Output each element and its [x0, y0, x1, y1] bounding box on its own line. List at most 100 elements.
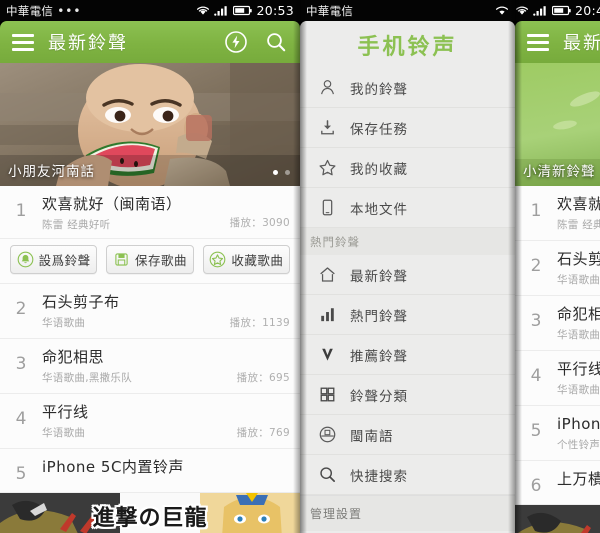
song-row-5[interactable]: 5 iPhone 5C内置铃声	[0, 449, 300, 493]
drawer-item-hot-ringtones[interactable]: 熱門鈴聲	[300, 295, 515, 335]
drawer-item-ringtone-categories[interactable]: 鈴聲分類	[300, 375, 515, 415]
song-list: 1 欢喜就好（闽南语） 陈雷 经典好听 2 石头剪子布 华语歌曲 3	[515, 186, 600, 505]
song-title: 命犯相思	[42, 348, 105, 366]
song-row-6[interactable]: 6 上万樻	[515, 461, 600, 505]
song-index: 5	[530, 421, 542, 441]
carrier-label: 中華電信	[6, 3, 54, 18]
song-title: 上万樻	[557, 470, 600, 488]
song-row-4[interactable]: 4 平行线 华语歌曲	[515, 351, 600, 406]
ad-banner-art	[515, 505, 600, 533]
promo-carousel[interactable]: 小清新鈴聲	[515, 63, 600, 186]
song-subtitle: 华语歌曲	[557, 329, 600, 341]
song-subtitle: 陈雷 经典好听	[557, 219, 600, 231]
star-icon	[319, 159, 336, 176]
drawer-item-label: 閩南語	[350, 428, 394, 445]
drawer-item-label: 推薦鈴聲	[350, 348, 408, 365]
search-icon	[320, 467, 336, 483]
song-row-2[interactable]: 2 石头剪子布 华语歌曲 播放：1139	[0, 284, 300, 339]
page-title: 最新鈴聲	[48, 33, 128, 54]
drawer-item-label: 我的收藏	[350, 161, 408, 178]
carousel-dots[interactable]	[273, 170, 290, 175]
app-logo-text: 手机铃声	[357, 34, 458, 60]
drawer-header: 手机铃声	[300, 21, 515, 68]
carousel-dot[interactable]	[285, 170, 290, 175]
drawer-item-quick-search[interactable]: 快捷搜索	[300, 455, 515, 495]
song-row-3[interactable]: 3 命犯相思 华语歌曲,黑撒乐队 播放：695	[0, 339, 300, 394]
song-subtitle: 华语歌曲	[557, 384, 600, 396]
song-row-2[interactable]: 2 石头剪子布 华语歌曲	[515, 241, 600, 296]
bell-circle-icon	[17, 251, 34, 268]
navigation-drawer: 手机铃声 我的鈴聲 保存任務 我的收藏 本地文件 熱門鈴聲 最新鈴聲 熱門鈴聲 …	[300, 21, 515, 533]
drawer-item-local-files[interactable]: 本地文件	[300, 188, 515, 228]
drawer-item-newest-ringtones[interactable]: 最新鈴聲	[300, 255, 515, 295]
phone-screen-navigation-drawer: 中華電信 手机铃声 我的鈴聲 保存任務 我的收藏 本地文件 熱門鈴聲 最新鈴聲 …	[300, 0, 515, 533]
song-title: 命犯相思	[557, 305, 600, 323]
wifi-icon	[495, 6, 509, 15]
carrier-label: 中華電信	[306, 3, 354, 18]
hamburger-icon[interactable]	[12, 33, 34, 51]
song-subtitle: 华语歌曲	[557, 274, 600, 286]
signal-bars-icon	[214, 6, 228, 16]
song-row-3[interactable]: 3 命犯相思 华语歌曲	[515, 296, 600, 351]
banner-caption: 小清新鈴聲	[523, 164, 596, 180]
tongue-circle-icon	[319, 426, 336, 443]
drawer-item-label: 保存任務	[350, 121, 408, 138]
three-phone-screenshot-composite: 中華電信 ••• 20:53 最新鈴聲 小朋友河南話 1 欢喜就好（闽南语） 陈…	[0, 0, 600, 533]
carousel-dot-active[interactable]	[273, 170, 278, 175]
song-play-count: 播放：769	[236, 427, 290, 439]
drawer-item-label: 熱門鈴聲	[350, 308, 408, 325]
song-row-5[interactable]: 5 iPhone 5C内置铃声 个性铃声	[515, 406, 600, 461]
song-row-1[interactable]: 1 欢喜就好（闽南语） 陈雷 经典好听 播放：3090	[0, 186, 300, 239]
set-ringtone-label: 設爲鈴聲	[38, 253, 91, 268]
phone-screen-song-list: 中華電信 ••• 20:53 最新鈴聲 小朋友河南話 1 欢喜就好（闽南语） 陈…	[0, 0, 300, 533]
song-play-count: 播放：1139	[229, 317, 290, 329]
status-bar: 中華電信	[300, 0, 515, 21]
hamburger-icon[interactable]	[527, 33, 549, 51]
star-circle-icon	[209, 251, 226, 268]
song-title: 欢喜就好（闽南语）	[557, 195, 600, 213]
drawer-item-my-ringtones[interactable]: 我的鈴聲	[300, 68, 515, 108]
drawer-section-title: 熱門鈴聲	[300, 228, 515, 255]
drawer-item-recommended-ringtones[interactable]: 推薦鈴聲	[300, 335, 515, 375]
drawer-footer-settings[interactable]: 管理設置	[300, 495, 515, 531]
save-song-button[interactable]: 保存歌曲	[106, 245, 194, 274]
v-badge-icon	[322, 348, 333, 361]
drawer-item-save-tasks[interactable]: 保存任務	[300, 108, 515, 148]
set-ringtone-button[interactable]: 設爲鈴聲	[10, 245, 98, 274]
drawer-item-label: 最新鈴聲	[350, 268, 408, 285]
flash-circle-icon[interactable]	[224, 30, 248, 54]
download-icon	[321, 120, 334, 135]
ad-banner[interactable]: 進撃の巨龍	[0, 493, 300, 533]
song-list: 1 欢喜就好（闽南语） 陈雷 经典好听 播放：3090 設爲鈴聲 保存歌曲 收藏…	[0, 186, 300, 493]
ad-banner[interactable]	[515, 505, 600, 533]
song-title: 石头剪子布	[42, 293, 120, 311]
song-index: 4	[530, 366, 542, 386]
song-index: 4	[15, 409, 27, 429]
song-index: 3	[15, 354, 27, 374]
save-disk-icon	[115, 253, 128, 266]
bar-chart-icon	[321, 308, 334, 322]
home-icon	[320, 267, 335, 282]
drawer-item-minnan-language[interactable]: 閩南語	[300, 415, 515, 455]
song-index: 2	[15, 299, 27, 319]
person-icon	[321, 80, 334, 95]
song-play-count: 播放：3090	[229, 217, 290, 229]
phone-screen-song-list-partial: 20:49 最新鈴聲	[515, 0, 600, 533]
promo-carousel[interactable]: 小朋友河南話	[0, 63, 300, 186]
song-row-1[interactable]: 1 欢喜就好（闽南语） 陈雷 经典好听	[515, 186, 600, 241]
drawer-item-label: 快捷搜索	[350, 468, 408, 485]
banner-caption: 小朋友河南話	[8, 164, 95, 180]
song-title: iPhone 5C内置铃声	[557, 415, 600, 433]
favorite-song-button[interactable]: 收藏歌曲	[202, 245, 290, 274]
song-action-row: 設爲鈴聲 保存歌曲 收藏歌曲	[0, 239, 300, 284]
song-row-4[interactable]: 4 平行线 华语歌曲 播放：769	[0, 394, 300, 449]
notification-dots: •••	[57, 3, 82, 18]
signal-bars-icon	[533, 6, 546, 16]
song-title: 平行线	[42, 403, 89, 421]
drawer-item-my-favorites[interactable]: 我的收藏	[300, 148, 515, 188]
song-title: iPhone 5C内置铃声	[42, 458, 184, 476]
search-icon[interactable]	[264, 30, 288, 54]
ad-text: 進撃の巨龍	[92, 505, 208, 531]
song-play-count: 播放：695	[236, 372, 290, 384]
song-index: 1	[15, 201, 27, 221]
